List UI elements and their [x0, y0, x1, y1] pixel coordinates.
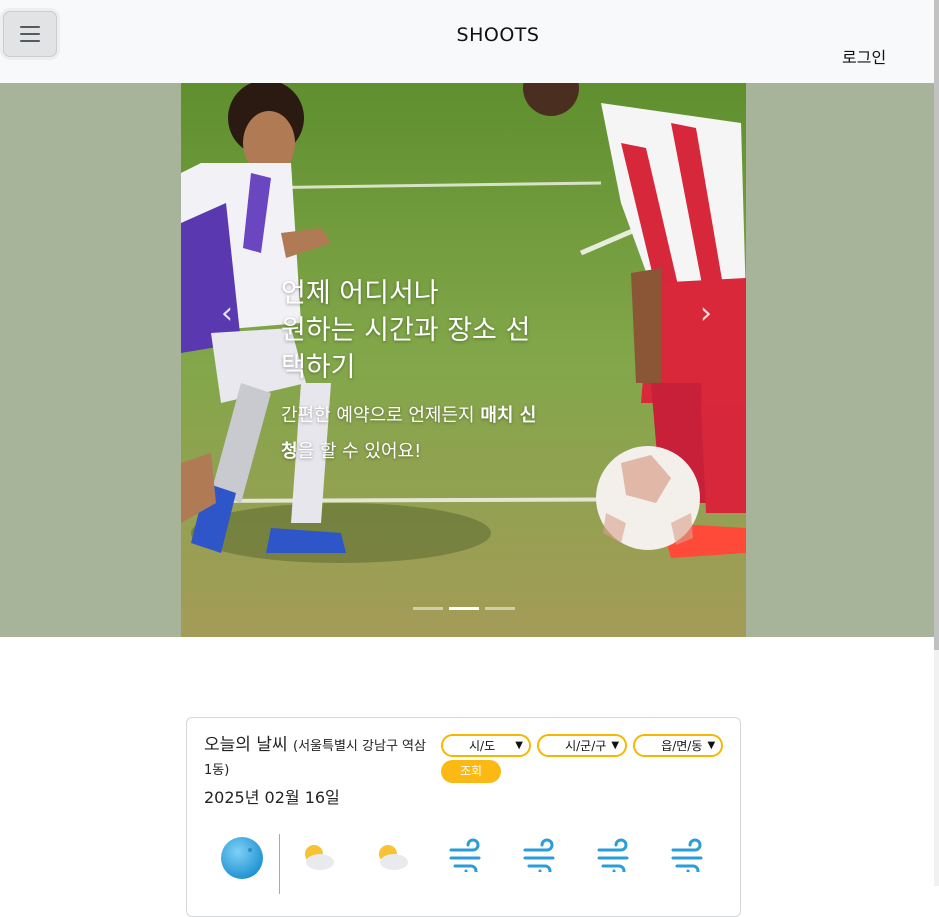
carousel-indicator-2[interactable]	[449, 607, 479, 610]
partly-cloudy-icon	[379, 845, 408, 870]
hero-description: 간편한 예약으로 언제든지 매치 신청을 할 수 있어요!	[281, 398, 551, 470]
hero-carousel: 언제 어디서나 원하는 시간과 장소 선택하기 간편한 예약으로 언제든지 매치…	[0, 83, 934, 637]
carousel-indicators	[413, 607, 515, 610]
wind-icon	[597, 838, 629, 872]
scrollbar-thumb[interactable]	[934, 0, 939, 650]
page-scrollbar[interactable]	[934, 0, 939, 886]
weather-divider	[279, 834, 280, 894]
select-sigungu-value: 시/군/구	[565, 739, 607, 753]
chevron-down-icon: ▼	[515, 740, 523, 751]
chevron-down-icon: ▼	[611, 740, 620, 751]
chevron-down-icon: ▼	[707, 740, 716, 751]
hero-headline-1: 언제 어디서나	[281, 278, 439, 309]
carousel-next-button[interactable]: ›	[686, 293, 726, 333]
region-selects: 시/도 ▼ 시/군/구 ▼ 읍/면/동 ▼ 조회	[441, 734, 731, 783]
brand-title[interactable]: SHOOTS	[0, 24, 939, 46]
hero-desc-prefix: 간편한 예약으로 언제든지	[281, 405, 481, 426]
weather-card: 오늘의 날씨 (서울특별시 강남구 역삼1동) 2025년 02월 16일 시/…	[186, 717, 741, 917]
login-link[interactable]: 로그인	[842, 44, 886, 68]
hero-desc-suffix: 을 할 수 있어요!	[297, 441, 422, 462]
carousel-slide: 언제 어디서나 원하는 시간과 장소 선택하기 간편한 예약으로 언제든지 매치…	[181, 83, 746, 637]
partly-cloudy-icon	[305, 845, 334, 870]
carousel-indicator-3[interactable]	[485, 607, 515, 610]
wind-icon	[523, 838, 555, 872]
hero-caption: 언제 어디서나 원하는 시간과 장소 선택하기 간편한 예약으로 언제든지 매치…	[281, 275, 551, 470]
wind-icon	[449, 838, 481, 872]
weather-title: 오늘의 날씨	[204, 735, 288, 755]
select-sigungu[interactable]: 시/군/구 ▼	[537, 734, 628, 757]
select-eupmyeondong[interactable]: 읍/면/동 ▼	[633, 734, 724, 757]
navbar: SHOOTS 로그인	[0, 0, 934, 83]
carousel-indicator-1[interactable]	[413, 607, 443, 610]
carousel-prev-button[interactable]: ‹	[207, 293, 247, 333]
select-sido-value: 시/도	[469, 739, 496, 753]
hero-headline-2: 원하는 시간과 장소 선택하기	[281, 315, 531, 383]
weather-date: 2025년 02월 16일	[204, 788, 340, 807]
sphere-icon	[221, 837, 263, 879]
select-sido[interactable]: 시/도 ▼	[441, 734, 531, 757]
weather-search-button[interactable]: 조회	[441, 760, 501, 783]
wind-icon	[671, 838, 703, 872]
chevron-left-icon: ‹	[221, 295, 233, 331]
chevron-right-icon: ›	[700, 295, 712, 331]
select-eupmyeondong-value: 읍/면/동	[661, 739, 703, 753]
weather-title-block: 오늘의 날씨 (서울특별시 강남구 역삼1동)	[204, 734, 429, 782]
